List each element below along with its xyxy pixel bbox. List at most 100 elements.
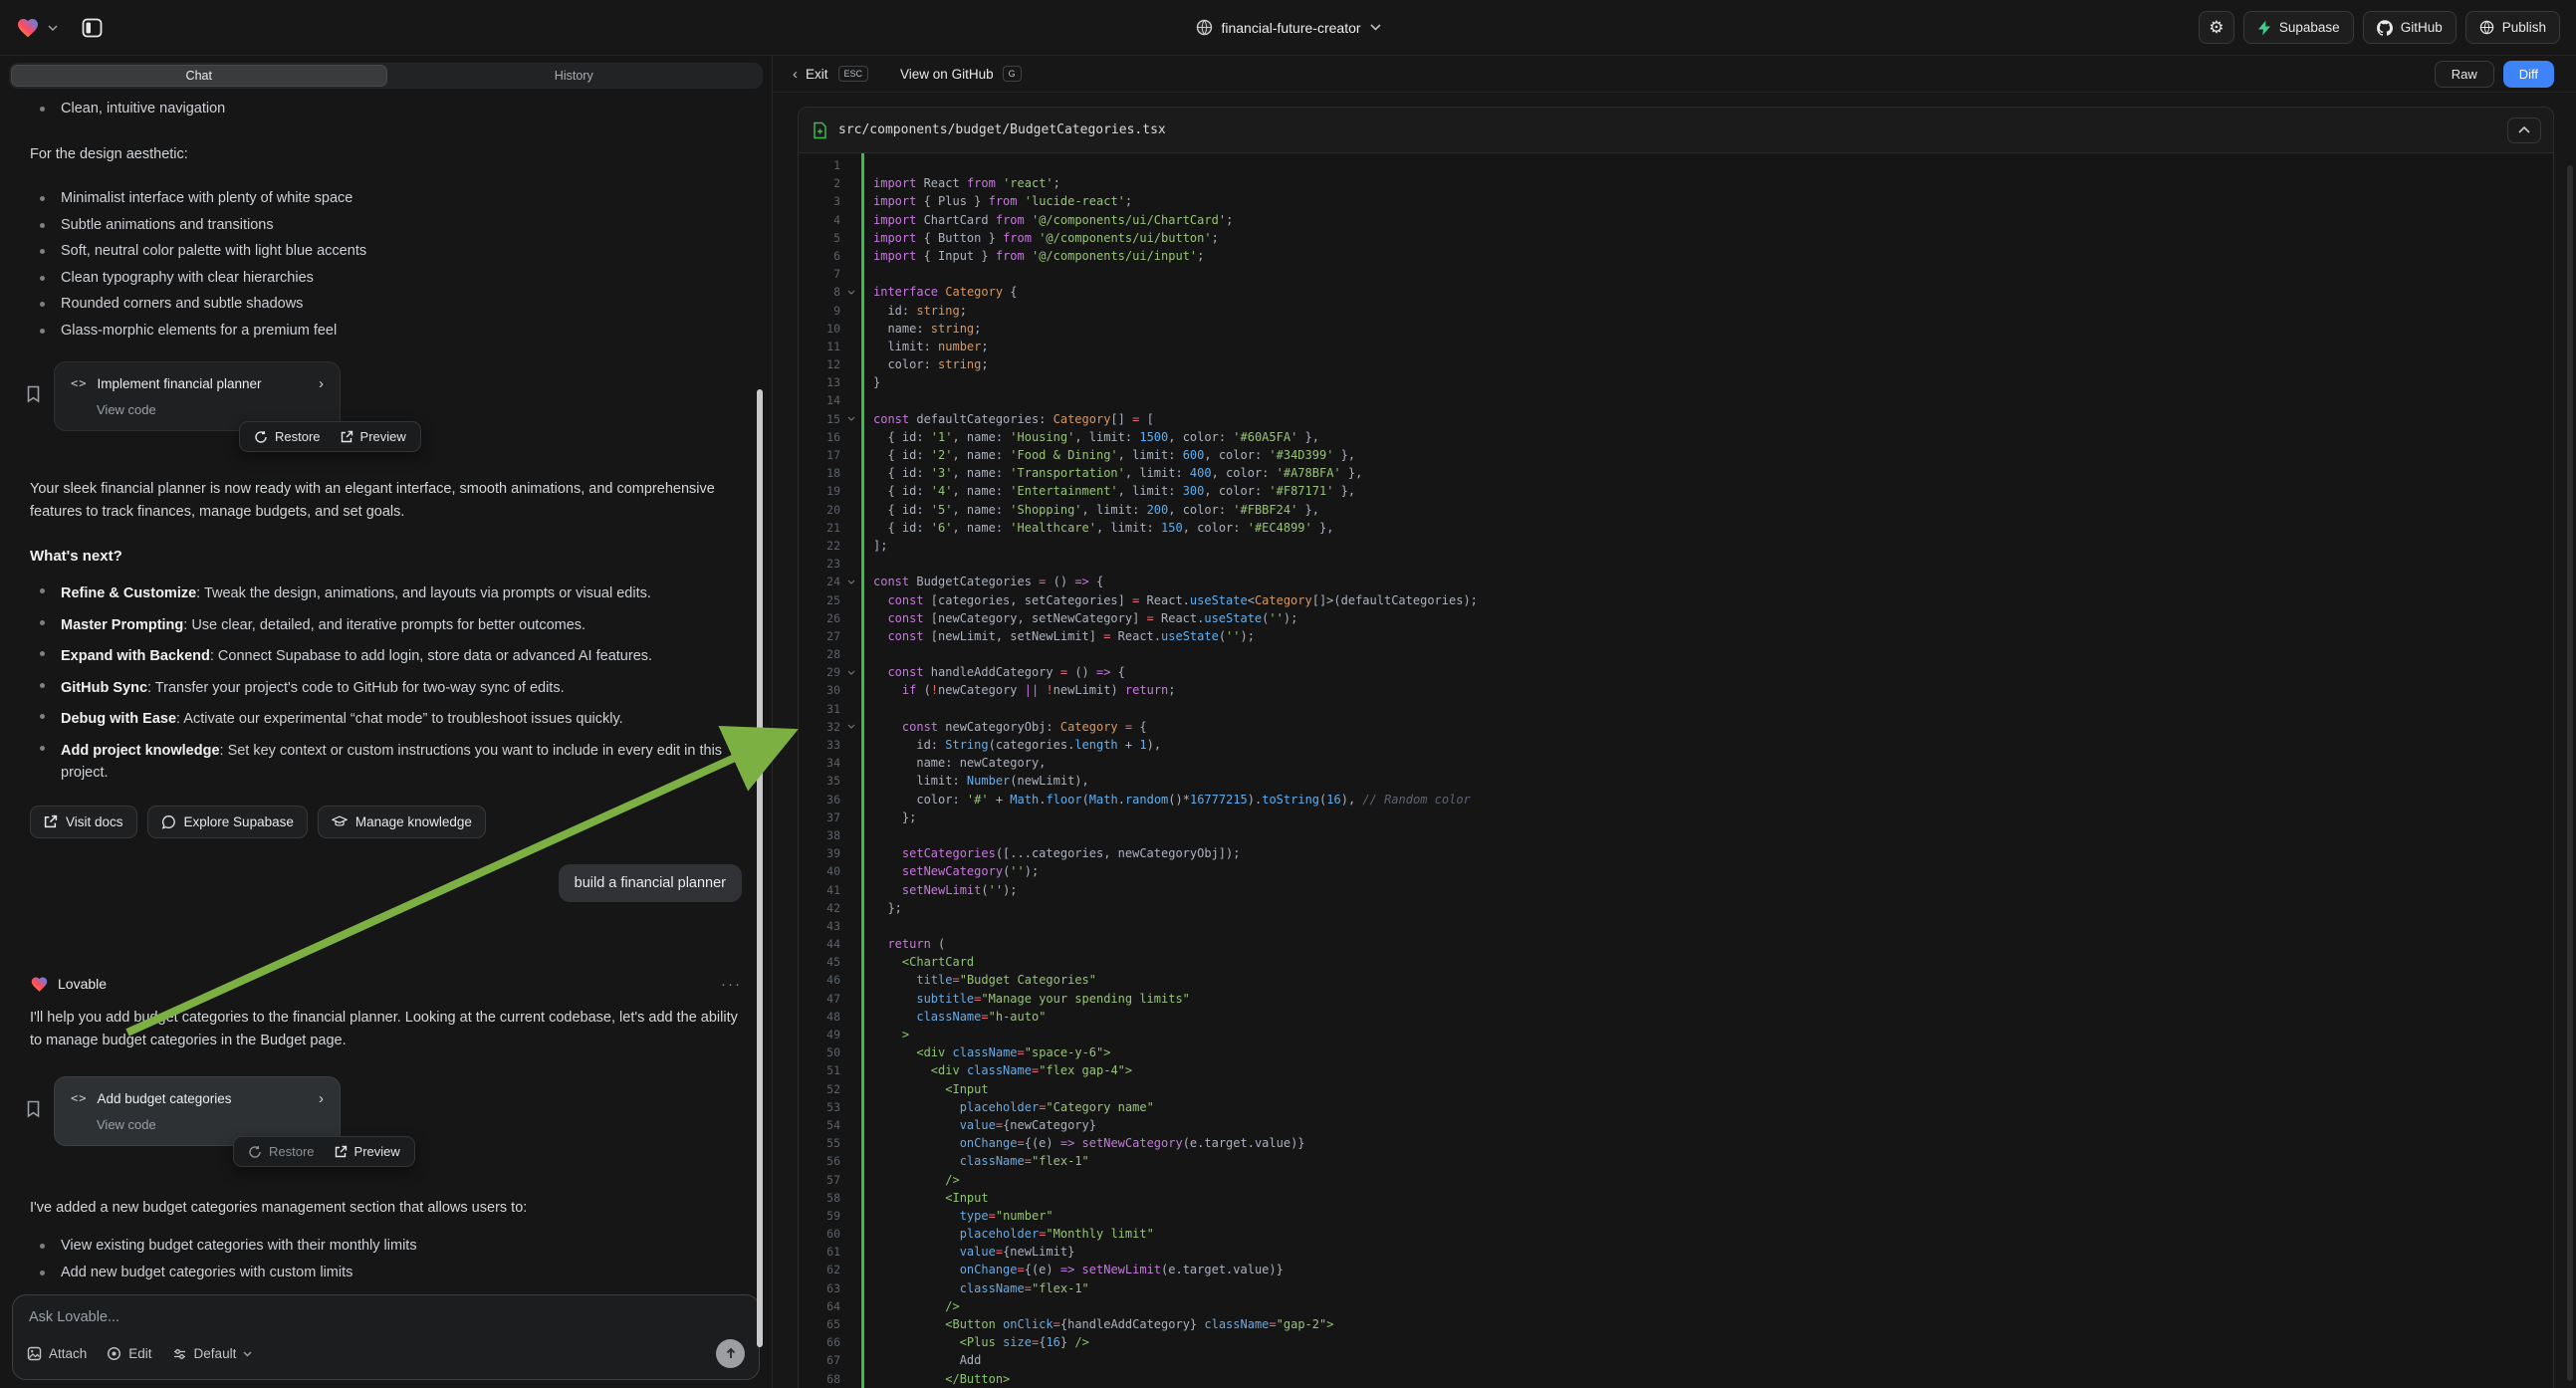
restore-icon [248,1145,262,1159]
chevron-right-icon: › [319,375,324,392]
quick-action-buttons: Visit docs Explore Supabase Manage knowled… [30,806,742,838]
line-number: 43 [799,917,840,935]
line-number: 58 [799,1189,840,1207]
code-line: 22]; [799,537,2553,555]
raw-toggle-button[interactable]: Raw [2435,61,2494,88]
chat-scrollbar[interactable] [757,389,763,1347]
fold-chevron-icon [840,283,861,301]
code-line: 64 /> [799,1297,2553,1315]
external-link-icon [44,814,58,828]
code-line: 24const BudgetCategories = () => { [799,573,2553,590]
implement-financial-planner-card[interactable]: <> Implement financial planner › View co… [54,361,341,431]
message-menu-icon[interactable]: ··· [721,976,742,993]
code-line: 3import { Plus } from 'lucide-react'; [799,192,2553,210]
bookmark-icon[interactable] [26,1100,41,1118]
chevron-left-icon: ‹ [793,66,798,83]
supabase-button[interactable]: Supabase [2243,11,2354,44]
explore-supabase-button[interactable]: Explore Supabase [147,806,308,838]
add-budget-categories-card[interactable]: <> Add budget categories › View code [54,1076,341,1146]
list-item: Rounded corners and subtle shadows [30,296,742,313]
preview-button[interactable]: Preview [335,1144,400,1159]
external-link-icon [335,1145,348,1158]
list-item: Master Prompting: Use clear, detailed, a… [30,614,742,636]
sliders-icon [172,1347,187,1361]
mode-selector[interactable]: Default [172,1346,253,1361]
list-item: Add new budget categories with custom li… [30,1265,742,1281]
list-item: GitHub Sync: Transfer your project's cod… [30,677,742,699]
code-line: 11 limit: number; [799,338,2553,355]
edit-button[interactable]: Edit [107,1346,151,1361]
line-number: 37 [799,809,840,826]
code-scrollbar[interactable] [2567,165,2573,1381]
design-bullet-list: Minimalist interface with plenty of whit… [30,190,742,340]
list-item: Clean typography with clear hierarchies [30,270,742,287]
code-line: 19 { id: '4', name: 'Entertainment', lim… [799,482,2553,500]
code-line: 41 setNewLimit(''); [799,881,2553,899]
lovable-menu-button[interactable] [16,17,40,39]
list-item: Refine & Customize: Tweak the design, an… [30,582,742,604]
restore-button[interactable]: Restore [254,429,321,444]
gear-icon: ⚙ [2209,18,2224,38]
code-icon: <> [71,1091,87,1105]
preview-button[interactable]: Preview [341,429,406,444]
line-number: 66 [799,1333,840,1351]
chat-message-list[interactable]: Clean, intuitive navigation For the desi… [0,89,772,1288]
tab-chat[interactable]: Chat [11,65,387,87]
code-line: 12 color: string; [799,355,2553,373]
code-viewer-header: ‹ Exit ESC View on GitHub G Raw Diff [773,56,2576,93]
github-icon [2377,20,2393,36]
manage-knowledge-button[interactable]: Manage knowledge [318,806,486,838]
code-line: 30 if (!newCategory || !newLimit) return… [799,681,2553,699]
chevron-down-icon [1370,24,1381,31]
code-line: 49 > [799,1026,2553,1043]
chat-input[interactable] [27,1308,749,1326]
line-number: 19 [799,482,840,500]
line-number: 17 [799,446,840,464]
code-line: 65 <Button onClick={handleAddCategory} c… [799,1315,2553,1333]
code-line: 55 onChange={(e) => setNewCategory(e.tar… [799,1134,2553,1152]
line-number: 29 [799,663,840,681]
code-line: 1 [799,156,2553,174]
line-number: 33 [799,736,840,754]
fold-chevron-icon [840,718,861,736]
diff-toggle-button[interactable]: Diff [2503,61,2554,88]
line-number: 30 [799,681,840,699]
exit-button[interactable]: ‹ Exit ESC [793,66,868,83]
visit-docs-button[interactable]: Visit docs [30,806,137,838]
restore-icon [254,430,268,444]
collapse-file-button[interactable] [2507,117,2541,143]
code-line: 56 className="flex-1" [799,1152,2553,1170]
arrow-up-icon [725,1347,737,1360]
design-aesthetic-heading: For the design aesthetic: [30,143,739,166]
send-button[interactable] [716,1339,745,1368]
attach-button[interactable]: Attach [27,1346,87,1361]
tab-history[interactable]: History [387,65,762,87]
bookmark-icon[interactable] [26,385,41,403]
code-editor[interactable]: 12import React from 'react';3import { Pl… [799,153,2553,1388]
line-number: 51 [799,1061,840,1079]
file-header[interactable]: src/components/budget/BudgetCategories.t… [799,108,2553,153]
lovable-heart-icon [30,976,49,993]
chevron-down-icon[interactable] [48,25,58,31]
code-line: 29 const handleAddCategory = () => { [799,663,2553,681]
code-line: 68 </Button> [799,1370,2553,1388]
publish-button[interactable]: Publish [2465,11,2560,44]
code-line: 32 const newCategoryObj: Category = { [799,718,2553,736]
line-number: 47 [799,990,840,1008]
restore-button[interactable]: Restore [248,1144,315,1159]
sidebar-toggle-button[interactable] [80,16,105,40]
code-line: 37 }; [799,809,2553,826]
view-code-link[interactable]: View code [97,1117,324,1132]
added-bullet-list: View existing budget categories with the… [30,1238,742,1288]
code-line: 67 Add [799,1351,2553,1369]
view-code-link[interactable]: View code [97,402,324,417]
line-number: 11 [799,338,840,355]
project-switcher[interactable]: financial-future-creator [1195,0,1380,55]
settings-button[interactable]: ⚙ [2199,11,2234,44]
code-line: 35 limit: Number(newLimit), [799,772,2553,790]
code-line: 23 [799,555,2553,573]
chevron-down-icon [243,1351,252,1357]
github-button[interactable]: GitHub [2363,11,2457,44]
view-on-github-button[interactable]: View on GitHub G [894,65,1028,83]
line-number: 48 [799,1008,840,1026]
